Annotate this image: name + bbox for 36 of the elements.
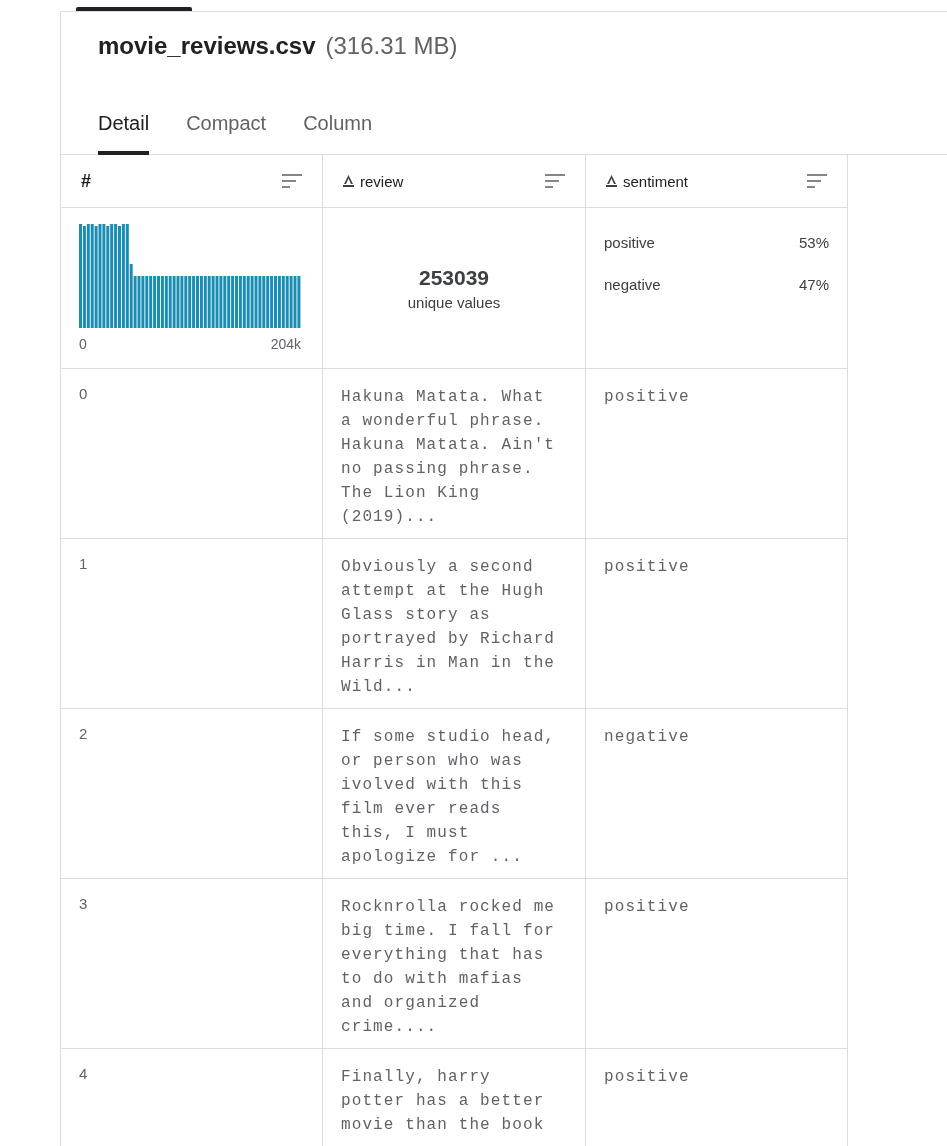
file-size: (316.31 MB) [325, 32, 458, 60]
axis-label: 0 [79, 336, 87, 352]
table-cell-text: Rocknrolla rocked me big time. I fall for everything that has to do with mafias and organized crime.... [341, 897, 556, 1038]
table-cell-text: positive [604, 387, 690, 408]
view-tab[interactable]: Detail [98, 108, 150, 155]
sort-icon[interactable] [807, 174, 827, 188]
category-share: 47% [798, 276, 829, 293]
table-cell: 1 [79, 555, 88, 572]
unique-count: 253039 [418, 265, 490, 290]
axis-label: 204k [270, 336, 301, 352]
table-cell-text: positive [604, 1067, 690, 1088]
table-cell-text: Finally, harry potter has a better movie than the book [341, 1067, 545, 1136]
unique-label: unique values [407, 293, 501, 311]
table-cell: 3 [79, 895, 88, 912]
column-header[interactable]: sentiment [623, 172, 689, 190]
view-tab[interactable]: Column [303, 108, 373, 155]
view-tab[interactable]: Compact [186, 108, 267, 155]
text-type-icon [606, 175, 617, 187]
table-cell-text: positive [604, 557, 690, 578]
table-cell: 2 [79, 725, 88, 742]
table-cell-text: Obviously a second attempt at the Hugh Glass story as portrayed by Richard Harris in Man in the Wild... [341, 557, 556, 698]
column-header[interactable]: review [360, 172, 404, 190]
table-cell-text: negative [604, 727, 690, 748]
category-label: negative [604, 276, 661, 293]
file-name: movie_reviews.csv [98, 32, 316, 60]
table-cell-text: Hakuna Matata. What a wonderful phrase. Hakuna Matata. Ain't no passing phrase. The Lion King (2019)... [341, 387, 556, 528]
category-share: 53% [798, 234, 829, 251]
table-cell-text: If some studio head, or person who was ivolved with this film ever reads this, I must apologize for ... [341, 727, 556, 868]
table-cell: 4 [79, 1065, 88, 1082]
sort-icon[interactable] [282, 174, 302, 188]
table-cell: 0 [79, 385, 88, 402]
table-cell-text: positive [604, 897, 690, 918]
sort-icon[interactable] [545, 174, 565, 188]
column-header[interactable]: # [81, 170, 91, 192]
text-type-icon [343, 175, 354, 187]
category-label: positive [604, 234, 655, 251]
